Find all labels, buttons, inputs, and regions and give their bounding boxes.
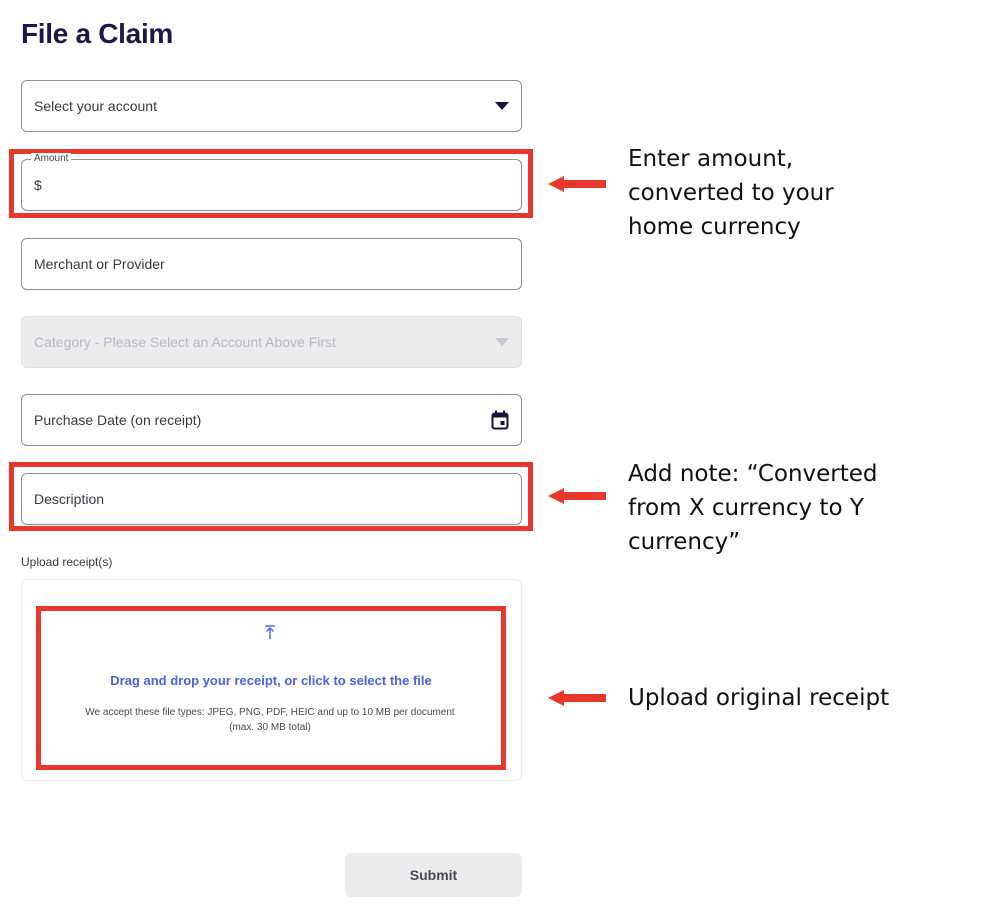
upload-label: Upload receipt(s) [21, 555, 113, 569]
description-field[interactable]: Description [21, 473, 522, 525]
arrow-left-icon [548, 690, 606, 706]
category-placeholder: Category - Please Select an Account Abov… [34, 334, 336, 350]
upload-file-types: We accept these file types: JPEG, PNG, P… [85, 707, 455, 733]
purchase-date-placeholder: Purchase Date (on receipt) [34, 412, 202, 428]
account-select-label: Select your account [34, 98, 157, 114]
submit-button[interactable]: Submit [345, 853, 522, 897]
amount-annotation: Enter amount, converted to your home cur… [628, 146, 834, 240]
amount-field[interactable]: Amount $ [21, 153, 522, 211]
amount-currency-prefix: $ [34, 177, 42, 193]
arrow-left-icon [548, 176, 606, 192]
purchase-date-field[interactable]: Purchase Date (on receipt) [21, 394, 522, 446]
chevron-down-icon [495, 102, 509, 110]
calendar-icon[interactable] [491, 410, 509, 430]
upload-annotation: Upload original receipt [628, 685, 890, 711]
upload-icon [265, 625, 275, 639]
page-title: File a Claim [21, 18, 174, 49]
category-select[interactable]: Category - Please Select an Account Abov… [21, 316, 522, 368]
arrow-left-icon [548, 488, 606, 504]
chevron-down-icon [495, 338, 509, 346]
upload-prompt-link[interactable]: Drag and drop your receipt, or click to … [40, 673, 502, 688]
merchant-field[interactable]: Merchant or Provider [21, 238, 522, 290]
amount-legend: Amount [31, 153, 72, 165]
account-select[interactable]: Select your account [21, 80, 522, 132]
description-annotation: Add note: “Converted from X currency to … [628, 461, 878, 555]
description-placeholder: Description [34, 491, 105, 507]
merchant-placeholder: Merchant or Provider [34, 256, 165, 272]
